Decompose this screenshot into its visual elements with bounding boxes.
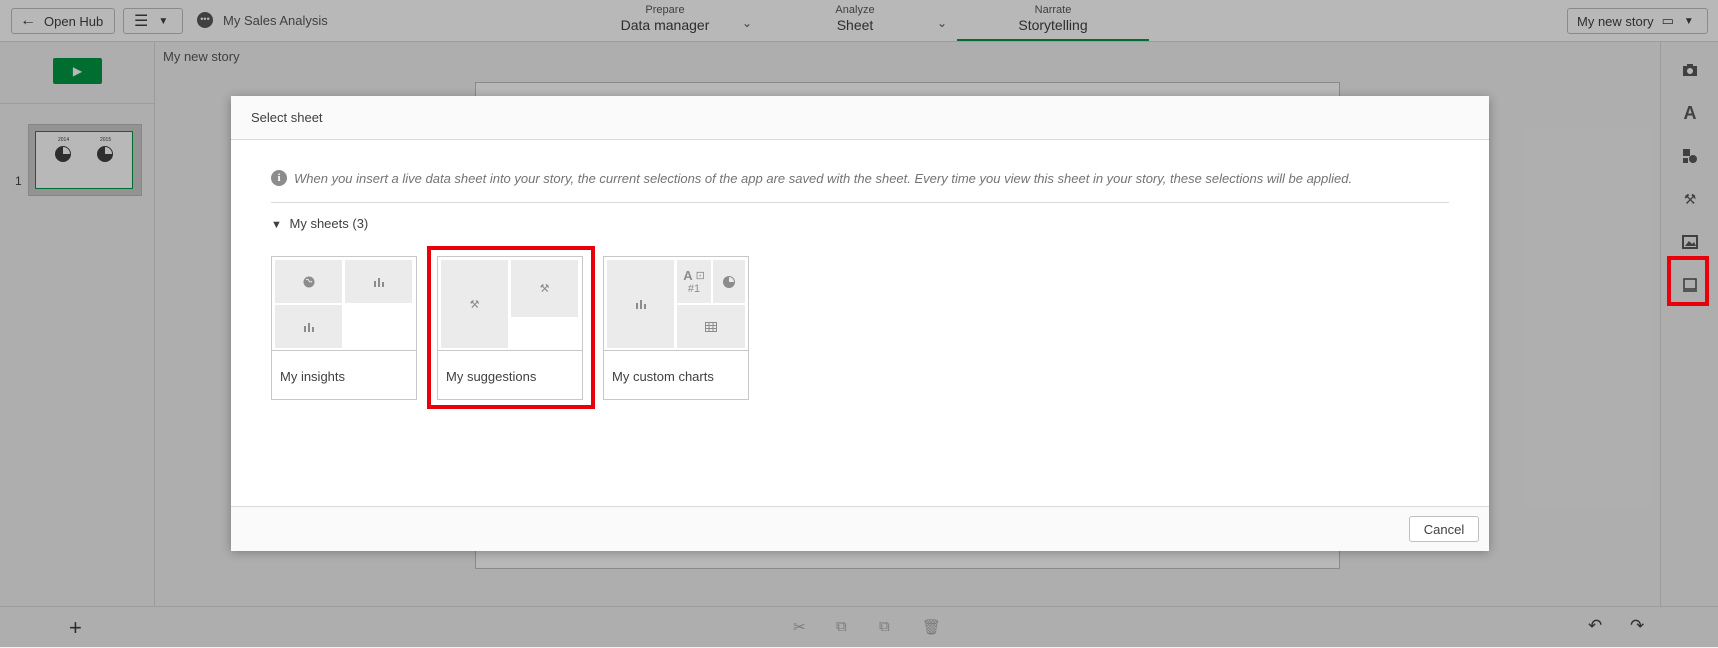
- dialog-footer: Cancel: [231, 506, 1489, 551]
- divider: [271, 202, 1449, 203]
- table-icon: [677, 305, 745, 348]
- map-icon: [275, 260, 342, 303]
- text-image-tile: A ⊡ #1: [677, 260, 711, 303]
- bar-chart-icon: [607, 260, 674, 348]
- my-sheets-toggle[interactable]: ▼ My sheets (3): [271, 216, 368, 231]
- bar-chart-icon: [275, 305, 342, 348]
- caret-down-icon: ▼: [271, 219, 282, 231]
- text-icon: A: [683, 268, 693, 283]
- select-sheet-dialog: Select sheet i When you insert a live da…: [231, 96, 1489, 551]
- sheet-card-label: My custom charts: [612, 369, 714, 384]
- sheet-thumbnail: [272, 257, 416, 351]
- info-icon: i: [271, 170, 287, 186]
- sheet-card-my-insights[interactable]: My insights: [271, 256, 417, 400]
- dialog-header: Select sheet: [231, 96, 1489, 140]
- highlight-box-sheet-tool: [1667, 256, 1709, 306]
- dialog-title: Select sheet: [251, 110, 323, 125]
- sheet-card-my-custom-charts[interactable]: A ⊡ #1 My custom charts: [603, 256, 749, 400]
- filter-icon: ⊡: [695, 270, 705, 282]
- sheet-card-label: My insights: [280, 369, 346, 384]
- cancel-button[interactable]: Cancel: [1409, 516, 1479, 542]
- highlight-box-my-suggestions: [427, 246, 595, 409]
- info-text: When you insert a live data sheet into y…: [294, 171, 1353, 186]
- kpi-text: #1: [687, 283, 701, 295]
- cancel-label: Cancel: [1423, 521, 1465, 537]
- pie-chart-icon: [713, 260, 745, 303]
- section-title: My sheets (3): [289, 216, 369, 231]
- sheet-thumbnail: A ⊡ #1: [604, 257, 748, 351]
- bar-chart-icon: [345, 260, 412, 303]
